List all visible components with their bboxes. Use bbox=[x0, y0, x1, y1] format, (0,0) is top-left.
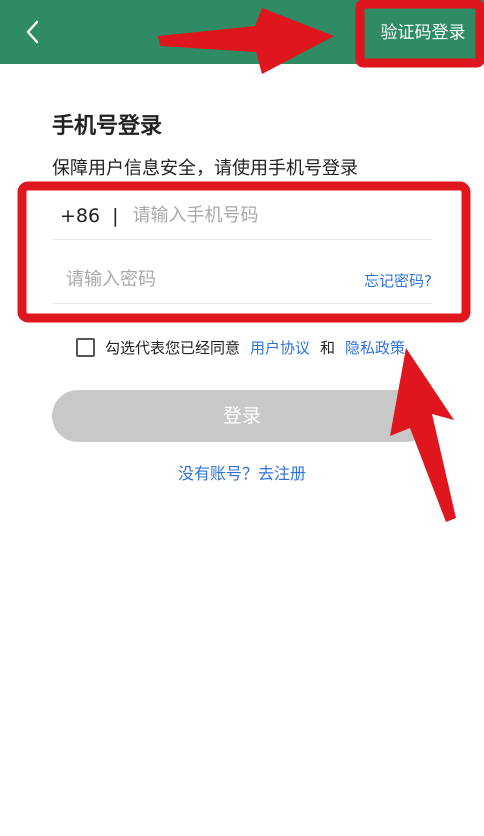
page-subtitle: 保障用户信息安全，请使用手机号登录 bbox=[52, 158, 358, 179]
country-code[interactable]: +86 bbox=[60, 205, 100, 227]
chevron-left-icon bbox=[26, 20, 39, 44]
user-agreement-link[interactable]: 用户协议 bbox=[250, 337, 310, 358]
sms-login-button[interactable]: 验证码登录 bbox=[372, 16, 474, 50]
register-link[interactable]: 没有账号？去注册 bbox=[0, 460, 484, 484]
agreement-checkbox[interactable] bbox=[76, 337, 95, 357]
login-button[interactable]: 登录 bbox=[52, 390, 432, 442]
password-input[interactable] bbox=[66, 269, 336, 290]
back-button[interactable] bbox=[16, 14, 52, 50]
top-bar: 验证码登录 bbox=[0, 0, 484, 64]
privacy-policy-link[interactable]: 隐私政策 bbox=[345, 337, 405, 358]
agreement-and: 和 bbox=[320, 338, 336, 357]
country-code-separator: | bbox=[112, 204, 119, 227]
password-field-row: 忘记密码? bbox=[52, 256, 432, 304]
page-title: 手机号登录 bbox=[52, 114, 163, 139]
phone-input[interactable] bbox=[132, 205, 393, 226]
phone-field-row: +86 | bbox=[52, 192, 432, 240]
agreement-text: 勾选代表您已经同意 bbox=[105, 338, 241, 357]
agreement-row: 勾选代表您已经同意 用户协议 和 隐私政策 bbox=[76, 336, 415, 358]
forgot-password-link[interactable]: 忘记密码? bbox=[364, 270, 432, 291]
